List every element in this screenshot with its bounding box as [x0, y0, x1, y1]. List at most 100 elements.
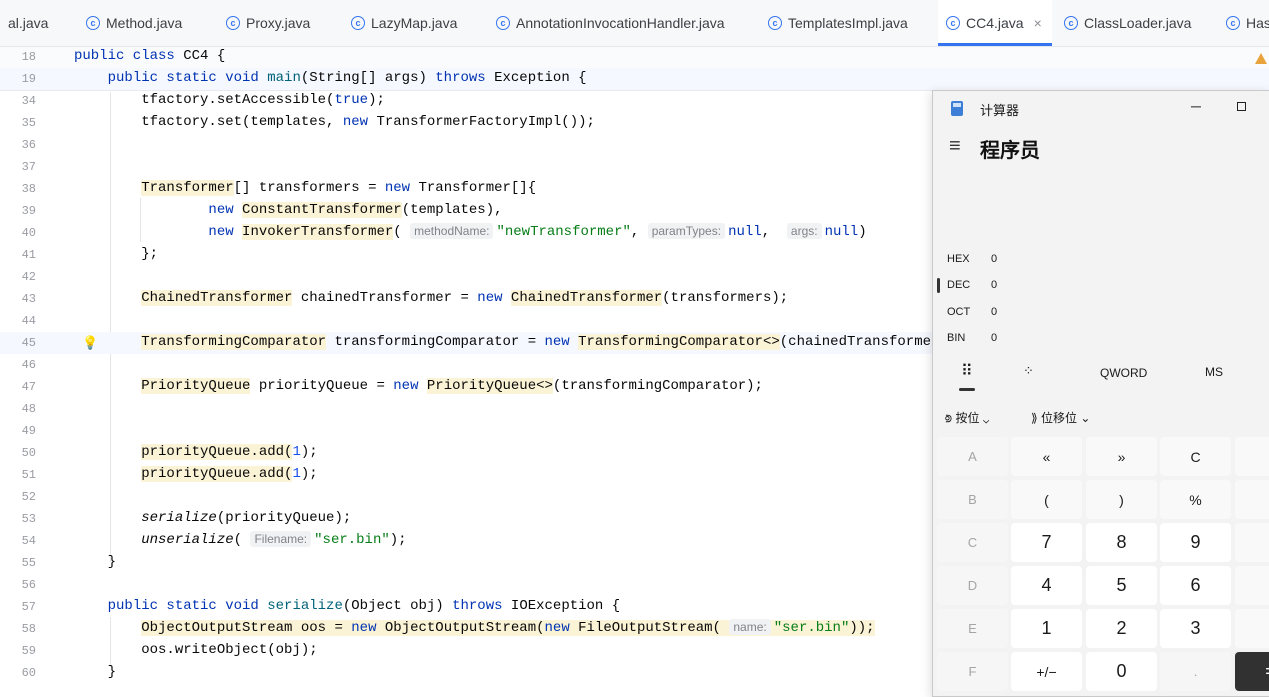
key-8[interactable]: 8: [1086, 523, 1157, 562]
line-number: 34: [21, 94, 36, 108]
editor-tab-bar: al.java c Method.java c Proxy.java c Laz…: [0, 0, 1269, 47]
key-f[interactable]: F: [937, 652, 1008, 691]
tab-classloader-java[interactable]: c ClassLoader.java: [1064, 0, 1191, 46]
chevron-down-icon: ⌄: [1080, 411, 1091, 425]
key-9[interactable]: 9: [1160, 523, 1231, 562]
key-divide[interactable]: [1235, 480, 1269, 519]
key-right-shift[interactable]: »: [1086, 437, 1157, 476]
radix-label: OCT: [947, 306, 971, 318]
line-number: 46: [21, 358, 36, 372]
key-close-paren[interactable]: ): [1086, 480, 1157, 519]
radix-value: 0: [991, 253, 998, 265]
word-size-button[interactable]: QWORD: [1100, 366, 1147, 380]
key-open-paren[interactable]: (: [1011, 480, 1082, 519]
bitshift-icon: ⟫: [1031, 411, 1038, 425]
bitwise-dropdown[interactable]: ⟄ 按位 ⌄: [945, 409, 989, 426]
tab-has[interactable]: c Has: [1226, 0, 1269, 46]
minimize-button[interactable]: ─: [1191, 98, 1201, 114]
radix-label: HEX: [947, 253, 970, 265]
code-text: Transformer[] transformers = new Transfo…: [141, 180, 537, 196]
calculator-window[interactable]: 计算器 ─ ≡ 程序员 HEX 0 DEC 0 OCT 0 BIN 0 ⠿ ⁘ …: [932, 90, 1269, 697]
full-keypad-icon[interactable]: ⠿: [961, 361, 973, 381]
key-negate[interactable]: +/−: [1011, 652, 1082, 691]
code-text: TransformingComparator transformingCompa…: [141, 334, 957, 350]
line-number: 49: [21, 424, 36, 438]
param-hint: name:: [729, 619, 771, 635]
key-equals[interactable]: =: [1235, 652, 1269, 691]
bit-toggle-keypad-icon[interactable]: ⁘: [1023, 363, 1034, 379]
line-number: 35: [21, 116, 36, 130]
line-number: 47: [21, 380, 36, 394]
param-hint: args:: [786, 223, 822, 239]
close-icon[interactable]: ×: [1034, 15, 1042, 31]
key-b[interactable]: B: [937, 480, 1008, 519]
key-4[interactable]: 4: [1011, 566, 1082, 605]
tab-method-java[interactable]: c Method.java: [86, 0, 182, 46]
line-number: 44: [21, 314, 36, 328]
line-number: 56: [21, 578, 36, 592]
key-plus[interactable]: [1235, 609, 1269, 648]
radix-value: 0: [991, 306, 998, 318]
key-7[interactable]: 7: [1011, 523, 1082, 562]
code-line[interactable]: 19 public static void main(String[] args…: [0, 68, 1269, 90]
key-3[interactable]: 3: [1160, 609, 1231, 648]
key-5[interactable]: 5: [1086, 566, 1157, 605]
code-text: priorityQueue.add(1);: [141, 466, 318, 482]
line-number: 50: [21, 446, 36, 460]
warning-icon[interactable]: [1255, 53, 1267, 64]
java-class-icon: c: [496, 16, 510, 30]
code-text: unserialize( Filename: "ser.bin");: [141, 531, 407, 548]
code-text: };: [74, 246, 159, 262]
key-multiply[interactable]: [1235, 523, 1269, 562]
key-percent[interactable]: %: [1160, 480, 1231, 519]
code-text: public static void serialize(Object obj)…: [107, 598, 621, 614]
memory-store-button[interactable]: MS: [1205, 365, 1223, 379]
key-d[interactable]: D: [937, 566, 1008, 605]
maximize-button[interactable]: [1237, 102, 1246, 111]
key-minus[interactable]: [1235, 566, 1269, 605]
chevron-down-icon: ⌄: [982, 411, 990, 425]
tab-label: ClassLoader.java: [1084, 15, 1192, 31]
code-text: new ConstantTransformer(templates),: [208, 202, 503, 218]
radix-dec[interactable]: DEC 0: [947, 279, 997, 291]
tab-label: TemplatesImpl.java: [788, 15, 908, 31]
tab-templatesimpl-java[interactable]: c TemplatesImpl.java: [768, 0, 908, 46]
radix-bin[interactable]: BIN 0: [947, 332, 997, 344]
key-a[interactable]: A: [937, 437, 1008, 476]
radix-oct[interactable]: OCT 0: [947, 306, 997, 318]
java-class-icon: c: [1064, 16, 1078, 30]
mode-title: 程序员: [980, 140, 1040, 162]
key-c[interactable]: C: [937, 523, 1008, 562]
line-number: 18: [21, 50, 36, 64]
line-number: 19: [21, 72, 36, 86]
key-decimal[interactable]: .: [1160, 652, 1231, 691]
bitshift-dropdown[interactable]: ⟫ 位移位 ⌄: [1031, 409, 1090, 426]
code-text: tfactory.set(templates, new TransformerF…: [74, 114, 595, 130]
tab-al-java[interactable]: al.java: [8, 0, 48, 46]
line-number: 39: [21, 204, 36, 218]
key-2[interactable]: 2: [1086, 609, 1157, 648]
tab-cc4-java[interactable]: c CC4.java ×: [938, 0, 1052, 46]
key-clear[interactable]: C: [1160, 437, 1231, 476]
tab-label: LazyMap.java: [371, 15, 458, 31]
radix-hex[interactable]: HEX 0: [947, 253, 997, 265]
line-number: 41: [21, 248, 36, 262]
key-left-shift[interactable]: «: [1011, 437, 1082, 476]
tab-proxy-java[interactable]: c Proxy.java: [226, 0, 310, 46]
line-number: 42: [21, 270, 36, 284]
key-e[interactable]: E: [937, 609, 1008, 648]
code-line[interactable]: 18 public class CC4 {: [0, 46, 1269, 68]
param-hint: paramTypes:: [647, 223, 726, 239]
key-1[interactable]: 1: [1011, 609, 1082, 648]
key-0[interactable]: 0: [1086, 652, 1157, 691]
tab-annotationinvocationhandler-java[interactable]: c AnnotationInvocationHandler.java: [496, 0, 725, 46]
code-text: }: [74, 554, 117, 570]
key-backspace[interactable]: [1235, 437, 1269, 476]
tab-lazymap-java[interactable]: c LazyMap.java: [351, 0, 457, 46]
key-6[interactable]: 6: [1160, 566, 1231, 605]
line-number: 45: [21, 336, 36, 350]
bitshift-label: 位移位: [1041, 411, 1078, 425]
menu-icon[interactable]: ≡: [949, 135, 961, 158]
java-class-icon: c: [351, 16, 365, 30]
line-number: 53: [21, 512, 36, 526]
